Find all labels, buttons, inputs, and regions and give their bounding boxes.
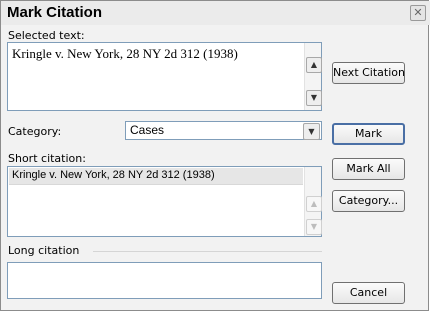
short-citation-list[interactable]: Kringle v. New York, 28 NY 2d 312 (1938)…: [7, 166, 322, 237]
cancel-button[interactable]: Cancel: [332, 282, 405, 304]
short-citation-item[interactable]: Kringle v. New York, 28 NY 2d 312 (1938): [9, 168, 303, 185]
short-citation-scrollbar[interactable]: ▲ ▼: [304, 167, 322, 236]
short-citation-value: Kringle v. New York, 28 NY 2d 312 (1938): [12, 169, 215, 181]
category-select[interactable]: Cases ▼: [125, 121, 322, 140]
long-citation-box[interactable]: [7, 262, 322, 299]
scroll-down-icon[interactable]: ▼: [306, 90, 322, 106]
mark-all-button[interactable]: Mark All: [332, 158, 405, 180]
selected-text-value: Kringle v. New York, 28 NY 2d 312 (1938): [12, 46, 238, 61]
dropdown-arrow-icon[interactable]: ▼: [303, 123, 320, 140]
selected-text-box[interactable]: Kringle v. New York, 28 NY 2d 312 (1938)…: [7, 42, 322, 111]
dialog-title: Mark Citation: [7, 4, 103, 21]
category-label: Category:: [8, 125, 62, 138]
close-icon[interactable]: ✕: [410, 5, 426, 21]
long-citation-divider: [93, 251, 322, 252]
selected-text-scrollbar[interactable]: ▲ ▼: [304, 43, 322, 110]
scroll-up-icon[interactable]: ▲: [306, 57, 322, 73]
scroll-down-icon[interactable]: ▼: [306, 219, 322, 235]
category-value: Cases: [130, 123, 165, 137]
category-button[interactable]: Category...: [332, 190, 405, 212]
title-bar: Mark Citation ✕: [1, 1, 430, 25]
long-citation-label: Long citation: [8, 244, 84, 257]
next-citation-button[interactable]: Next Citation: [332, 62, 405, 84]
scroll-up-icon[interactable]: ▲: [306, 196, 322, 212]
mark-citation-dialog: Mark Citation ✕ Selected text: Kringle v…: [0, 0, 430, 311]
short-citation-label: Short citation:: [8, 152, 86, 165]
selected-text-label: Selected text:: [8, 29, 85, 42]
mark-button[interactable]: Mark: [332, 123, 405, 145]
